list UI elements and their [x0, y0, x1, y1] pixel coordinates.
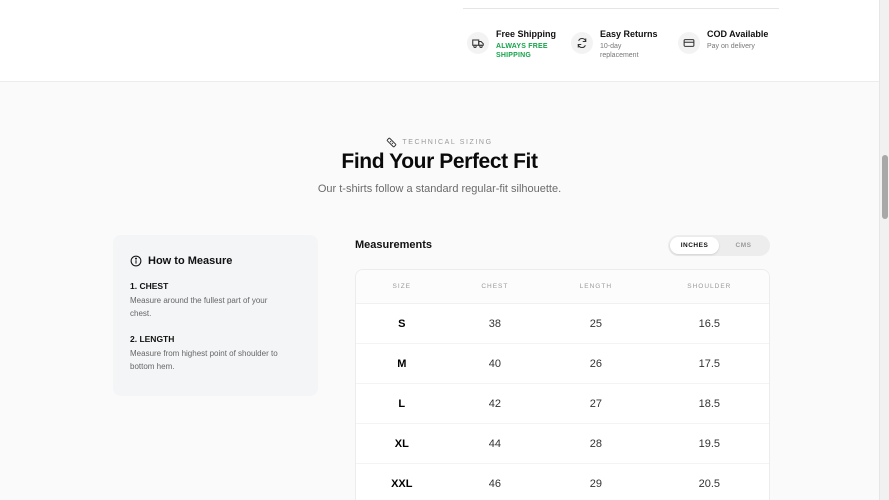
length-cell: 25	[589, 317, 602, 330]
unit-inches-button[interactable]: INCHES	[670, 237, 719, 254]
section-title: Find Your Perfect Fit	[341, 150, 538, 173]
unit-toggle[interactable]: INCHES CMS	[668, 235, 770, 256]
top-features-band: Free Shipping ALWAYS FREE SHIPPING Easy …	[0, 0, 879, 82]
feature-free-shipping: Free Shipping ALWAYS FREE SHIPPING	[467, 29, 556, 60]
length-cell: 27	[589, 397, 602, 410]
column-header-size: SIZE	[392, 283, 411, 290]
size-cell: L	[398, 397, 406, 410]
refresh-icon	[571, 32, 593, 54]
column-header-length: LENGTH	[579, 283, 613, 290]
info-icon	[130, 255, 142, 267]
scrollbar-thumb[interactable]	[882, 155, 888, 219]
step-desc-chest: Measure around the fullest part of your …	[130, 296, 268, 318]
column-header-chest: CHEST	[481, 283, 509, 290]
chest-cell: 46	[488, 477, 501, 490]
table-row: L 42 27 18.5	[356, 384, 769, 424]
how-to-measure-heading: How to Measure	[130, 255, 301, 267]
size-cell: XL	[394, 437, 409, 450]
chest-cell: 38	[488, 317, 501, 330]
feature-title: Easy Returns	[600, 29, 658, 39]
feature-subtitle: Pay on delivery	[707, 43, 755, 50]
table-row: XXL 46 29 20.5	[356, 464, 769, 500]
feature-cod: COD Available Pay on delivery	[678, 29, 768, 54]
size-cell: S	[398, 317, 406, 330]
eyebrow-text: TECHNICAL SIZING	[402, 139, 493, 146]
page-scrollbar[interactable]	[879, 0, 889, 500]
truck-icon	[467, 32, 489, 54]
shoulder-cell: 18.5	[698, 397, 721, 410]
length-cell: 28	[589, 437, 602, 450]
size-cell: XXL	[391, 477, 413, 490]
feature-easy-returns: Easy Returns 10-day replacement	[571, 29, 658, 60]
feature-title: COD Available	[707, 29, 769, 39]
chest-cell: 44	[488, 437, 501, 450]
shoulder-cell: 19.5	[698, 437, 721, 450]
size-cell: M	[397, 357, 407, 370]
table-row: M 40 26 17.5	[356, 344, 769, 384]
table-row: XL 44 28 19.5	[356, 424, 769, 464]
divider	[463, 8, 779, 9]
shoulder-cell: 16.5	[698, 317, 721, 330]
how-to-measure-card: How to Measure 1. CHEST Measure around t…	[113, 235, 318, 396]
table-row: S 38 25 16.5	[356, 304, 769, 344]
feature-subtitle: ALWAYS FREE SHIPPING	[496, 43, 548, 59]
chest-cell: 40	[488, 357, 501, 370]
step-title-length: 2. LENGTH	[130, 334, 175, 344]
column-header-shoulder: SHOULDER	[687, 283, 732, 290]
card-icon	[678, 32, 700, 54]
shoulder-cell: 20.5	[698, 477, 721, 490]
section-eyebrow: TECHNICAL SIZING	[0, 137, 879, 148]
length-cell: 29	[589, 477, 602, 490]
step-title-chest: 1. CHEST	[130, 281, 169, 291]
table-header: SIZE CHEST LENGTH SHOULDER	[356, 270, 769, 304]
section-subtitle: Our t-shirts follow a standard regular-f…	[317, 183, 562, 195]
chest-cell: 42	[488, 397, 501, 410]
shoulder-cell: 17.5	[698, 357, 721, 370]
feature-subtitle: 10-day replacement	[600, 43, 639, 59]
length-cell: 26	[589, 357, 602, 370]
ruler-icon	[387, 137, 397, 148]
unit-cms-button[interactable]: CMS	[719, 237, 768, 254]
measurements-title: Measurements	[355, 239, 433, 251]
size-table: SIZE CHEST LENGTH SHOULDER S 38 25 16.5 …	[355, 269, 770, 500]
feature-title: Free Shipping	[496, 29, 557, 39]
step-desc-length: Measure from highest point of shoulder t…	[130, 349, 278, 371]
